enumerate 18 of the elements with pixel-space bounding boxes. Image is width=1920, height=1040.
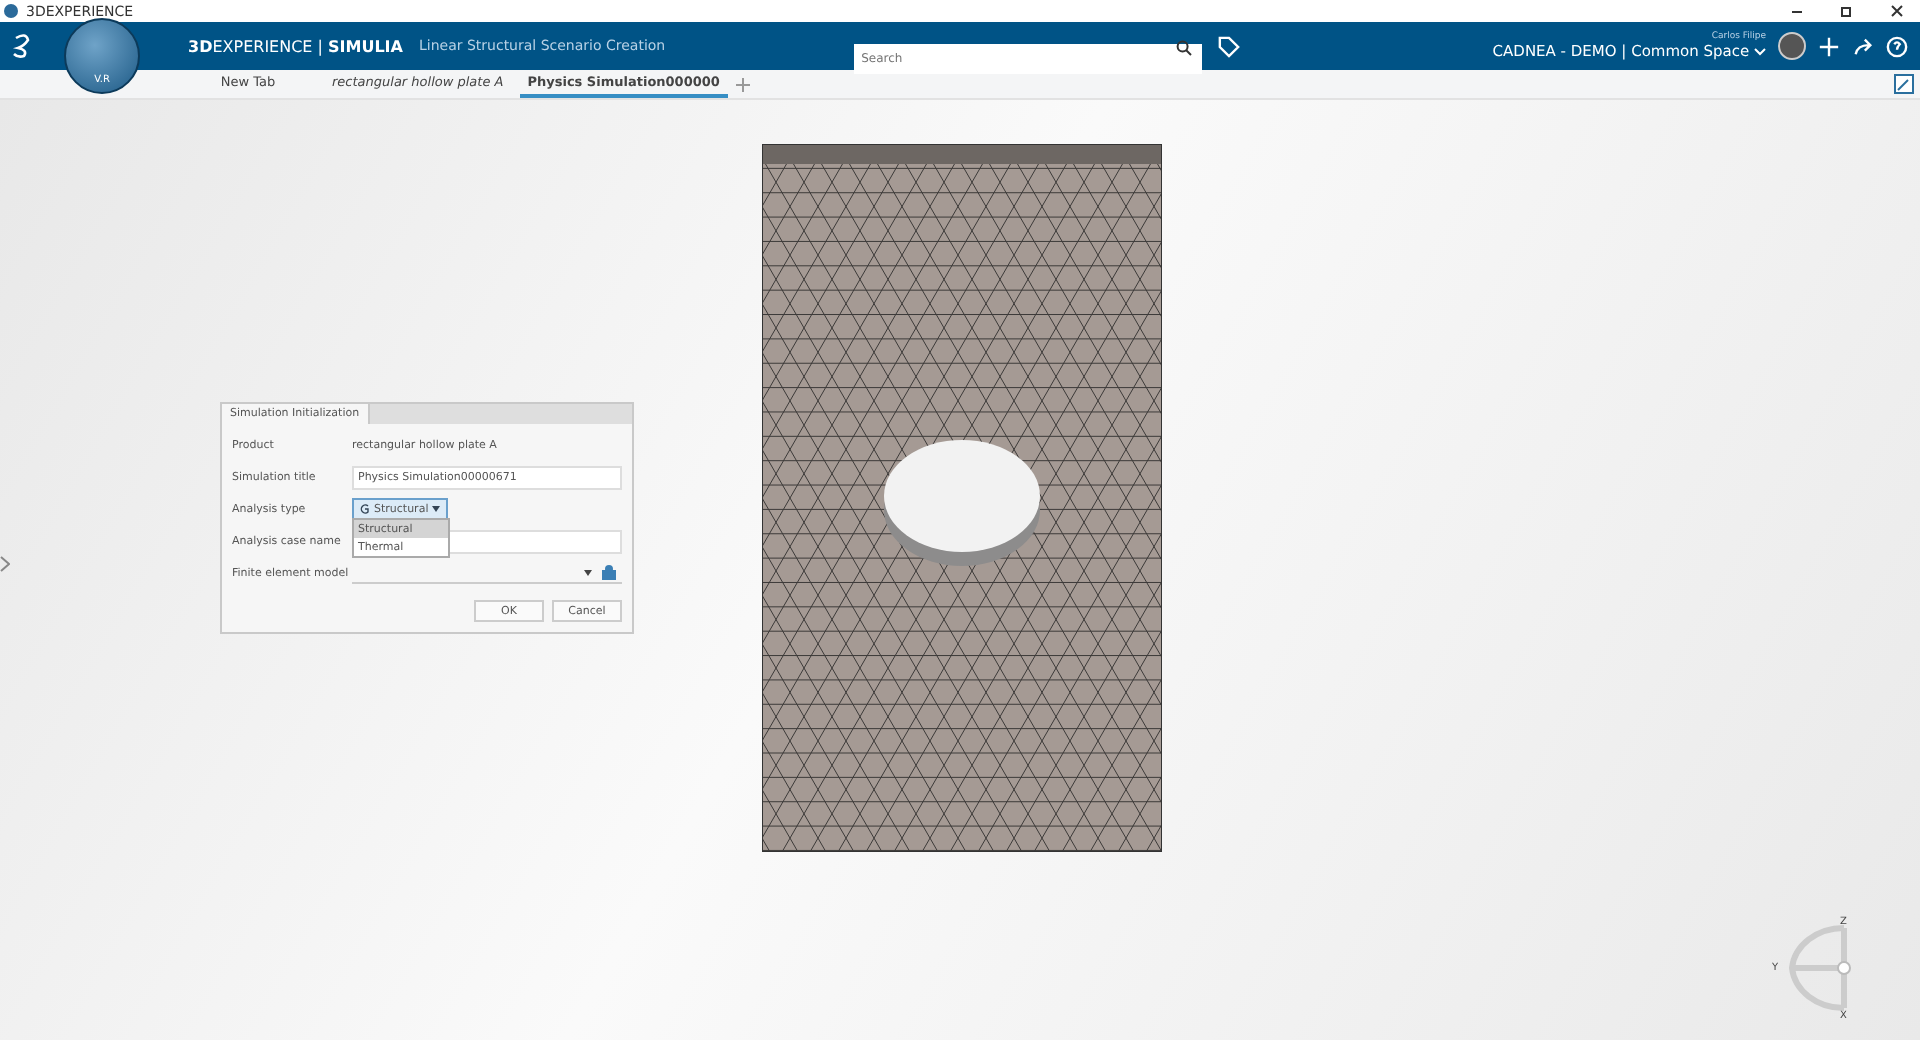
structural-icon: [360, 504, 370, 514]
app-logo-icon: [4, 4, 18, 18]
caret-icon: [432, 506, 441, 512]
plus-icon[interactable]: [1818, 35, 1840, 57]
search-icon[interactable]: [1175, 39, 1192, 55]
close-icon[interactable]: [1890, 4, 1904, 18]
share-icon[interactable]: [1852, 35, 1874, 57]
collapse-icon[interactable]: [1894, 74, 1914, 94]
caret-icon: [584, 569, 592, 575]
app-brand: 3DEXPERIENCE | SIMULIA: [188, 37, 403, 55]
model-dropdown[interactable]: [352, 562, 622, 584]
restore-icon[interactable]: [1840, 4, 1854, 18]
tag-icon[interactable]: [1217, 35, 1240, 57]
avatar-icon[interactable]: [1778, 32, 1806, 60]
chevron-down-icon: [1754, 48, 1766, 56]
add-tab-icon[interactable]: [735, 77, 750, 91]
expand-handle-icon[interactable]: [0, 556, 10, 576]
help-icon[interactable]: [1886, 35, 1908, 57]
